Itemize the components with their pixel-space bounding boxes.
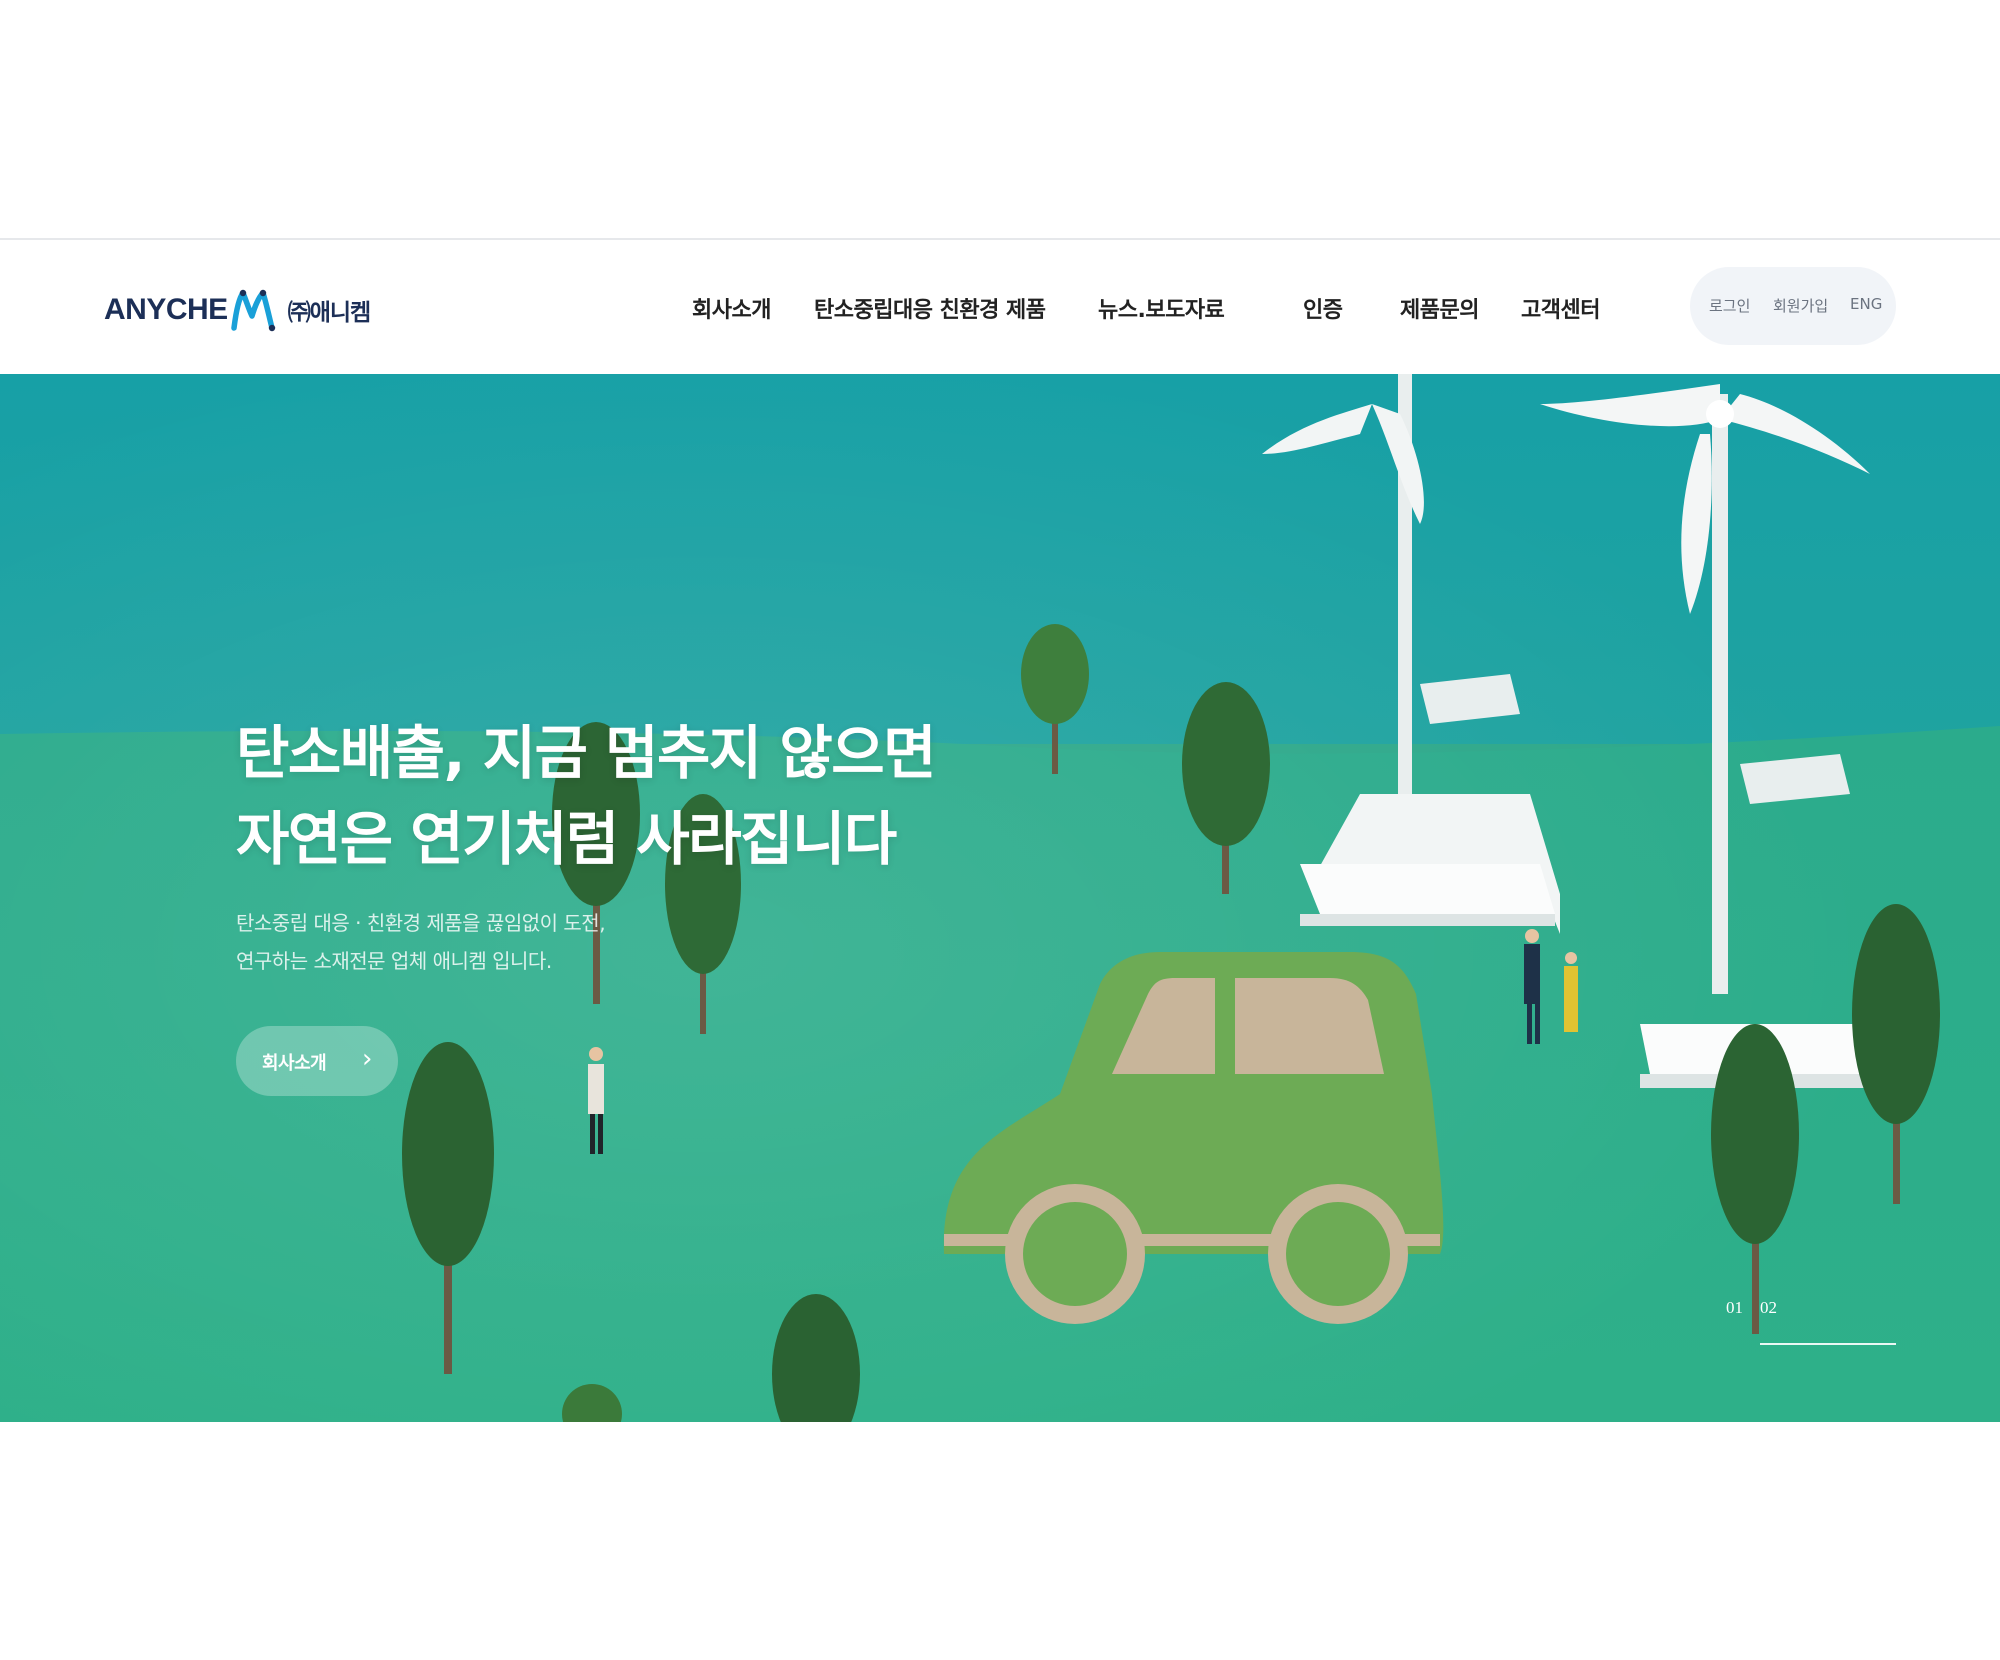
nav-item-product-inquiry[interactable]: 제품문의 xyxy=(1400,292,1479,324)
hero-slider: 탄소배출, 지금 멈추지 않으면 자연은 연기처럼 사라집니다 탄소중립 대응 … xyxy=(0,374,2000,1422)
hero-title-line-1: 탄소배출, 지금 멈추지 않으면 xyxy=(236,719,936,787)
page: ANYCHE ㈜애니켐 회사소개 탄소중립대응 친환경 제품 뉴스.보도자료 인… xyxy=(0,0,2000,1660)
site-logo[interactable]: ANYCHE ㈜애니켐 xyxy=(104,288,371,332)
logo-korean-name: ㈜애니켐 xyxy=(287,300,371,326)
slide-pager-current[interactable]: 01 xyxy=(1726,1298,1743,1318)
slide-progress-bar xyxy=(1760,1343,1896,1345)
login-link[interactable]: 로그인 xyxy=(1709,295,1750,316)
chevron-right-icon: › xyxy=(362,1044,373,1074)
hero-title-line-2: 자연은 연기처럼 사라집니다 xyxy=(236,805,897,873)
logo-wordmark: ANYCHE xyxy=(104,293,228,326)
hero-description-line-1: 탄소중립 대응 · 친환경 제품을 끊임없이 도전, xyxy=(236,911,606,935)
slide-pager-next[interactable]: 02 xyxy=(1760,1298,1777,1318)
company-intro-button[interactable]: 회사소개 › xyxy=(236,1026,398,1096)
stylized-m-icon xyxy=(230,289,275,332)
nav-item-customer-center[interactable]: 고객센터 xyxy=(1521,292,1600,324)
nav-item-news[interactable]: 뉴스.보도자료 xyxy=(1098,292,1225,324)
language-toggle[interactable]: ENG xyxy=(1850,295,1882,313)
nav-item-eco-products[interactable]: 탄소중립대응 친환경 제품 xyxy=(814,292,1046,324)
hero-background-image xyxy=(0,374,2000,1422)
site-header: ANYCHE ㈜애니켐 회사소개 탄소중립대응 친환경 제품 뉴스.보도자료 인… xyxy=(0,240,2000,374)
utility-menu: 로그인 회원가입 ENG xyxy=(1690,267,1896,345)
hero-title: 탄소배출, 지금 멈추지 않으면 자연은 연기처럼 사라집니다 xyxy=(236,710,936,882)
hero-description: 탄소중립 대응 · 친환경 제품을 끊임없이 도전, 연구하는 소재전문 업체 … xyxy=(236,904,606,980)
hero-description-line-2: 연구하는 소재전문 업체 애니켐 입니다. xyxy=(236,949,552,973)
nav-item-company[interactable]: 회사소개 xyxy=(692,292,771,324)
company-intro-button-label: 회사소개 xyxy=(262,1053,327,1074)
nav-item-certification[interactable]: 인증 xyxy=(1303,292,1343,324)
signup-link[interactable]: 회원가입 xyxy=(1773,295,1828,316)
